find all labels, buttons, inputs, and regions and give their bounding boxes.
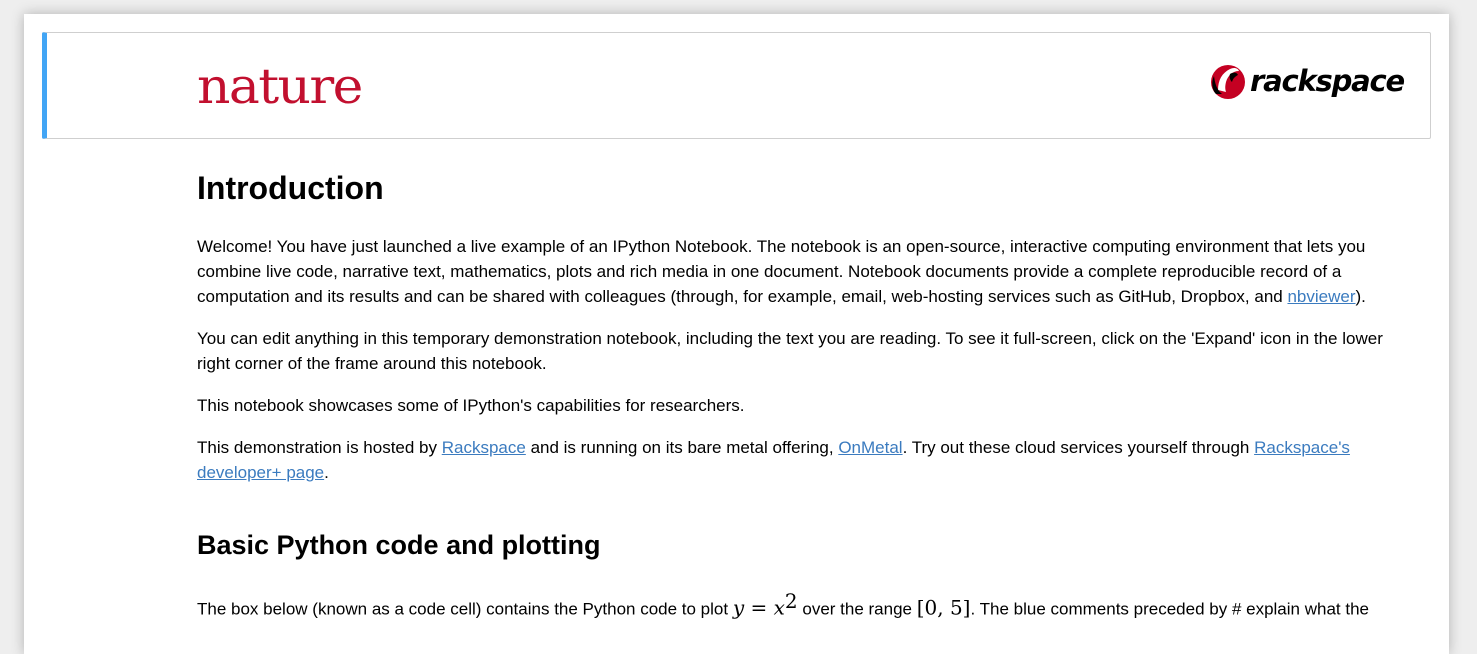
intro-paragraph-4: This demonstration is hosted by Rackspac… [197,435,1412,485]
basic-p1-text-c: . The blue comments preceded by # explai… [970,599,1369,619]
intro-paragraph-1: Welcome! You have just launched a live e… [197,234,1412,309]
intro-p4-text-c: . Try out these cloud services yourself … [902,438,1255,457]
rackspace-mark-icon [1211,65,1245,99]
basic-paragraph-1: The box below (known as a code cell) con… [197,589,1412,622]
basic-p1-text-b: over the range [797,599,917,619]
onmetal-link[interactable]: OnMetal [838,438,902,457]
basic-heading: Basic Python code and plotting [197,530,601,560]
rackspace-logo: rackspace [1208,59,1405,103]
notebook-content: Introduction Welcome! You have just laun… [197,164,1412,639]
intro-p4-text-a: This demonstration is hosted by [197,438,442,457]
math-x: x [773,595,785,620]
rackspace-link[interactable]: Rackspace [442,438,526,457]
intro-p4-text-b: and is running on its bare metal offerin… [525,438,839,457]
intro-paragraph-3: This notebook showcases some of IPython'… [197,396,745,415]
notebook-page: nature rackspace Introduction Welcome! Y… [24,14,1449,654]
intro-p4-text-d: . [324,463,329,482]
header-cell[interactable]: nature rackspace [42,32,1431,139]
basic-p1-text-a: The box below (known as a code cell) con… [197,599,733,619]
intro-heading: Introduction [197,170,384,206]
math-y: y [732,595,745,620]
intro-p1-text: Welcome! You have just launched a live e… [197,237,1366,306]
math-exponent: 2 [784,589,798,613]
rackspace-wordmark: rackspace [1250,64,1405,98]
nature-logo: nature [197,58,363,115]
nbviewer-link[interactable]: nbviewer [1287,287,1355,306]
intro-paragraph-2: You can edit anything in this temporary … [197,329,1383,373]
math-equals: = [744,595,774,620]
math-range: [0, 5] [916,595,971,620]
intro-p1-end: ). [1355,287,1366,306]
